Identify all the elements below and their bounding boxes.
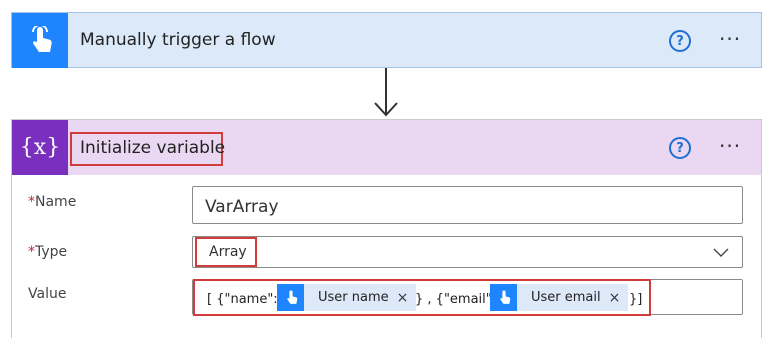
trigger-title: Manually trigger a flow	[80, 30, 276, 50]
initialize-variable-card: {x} Initialize variable ? ··· *Name VarA…	[11, 119, 762, 338]
variable-icon: {x}	[12, 120, 68, 175]
token-label: User email	[531, 290, 601, 305]
token-label: User name	[318, 290, 389, 305]
touch-icon	[277, 284, 304, 311]
expression-text-middle: } , {"email":	[415, 292, 497, 307]
chevron-down-icon[interactable]	[712, 243, 730, 261]
flow-canvas: Manually trigger a flow ? ··· {x} Initia…	[0, 0, 782, 338]
type-label-text: Type	[35, 244, 68, 260]
help-icon[interactable]: ?	[669, 137, 691, 159]
variable-card-title: Initialize variable	[80, 138, 226, 158]
connector-arrow-icon	[374, 68, 398, 117]
value-label: Value	[28, 286, 67, 302]
required-mark: *	[28, 244, 35, 260]
name-label: *Name	[28, 194, 76, 210]
dynamic-token-user-email[interactable]: User email ×	[490, 284, 629, 311]
type-label: *Type	[28, 244, 67, 260]
required-mark: *	[28, 194, 35, 210]
dynamic-token-user-name[interactable]: User name ×	[277, 284, 417, 311]
variable-card-header[interactable]: {x} Initialize variable ? ···	[12, 120, 761, 175]
value-input[interactable]: [ {"name": User name × } , {"email": Use	[192, 279, 743, 316]
type-select[interactable]: Array	[192, 236, 743, 268]
more-options-icon[interactable]: ···	[719, 134, 741, 158]
close-icon[interactable]: ×	[609, 290, 629, 306]
name-input[interactable]: VarArray	[192, 186, 743, 224]
close-icon[interactable]: ×	[397, 290, 417, 306]
touch-icon	[490, 284, 517, 311]
touch-icon	[12, 13, 68, 68]
expression-text-open: [ {"name":	[207, 292, 278, 307]
name-label-text: Name	[35, 194, 77, 210]
more-options-icon[interactable]: ···	[719, 27, 741, 51]
expression-text-close: }]	[629, 292, 643, 307]
help-icon[interactable]: ?	[669, 30, 691, 52]
type-selected-value: Array	[209, 244, 247, 260]
trigger-card[interactable]: Manually trigger a flow ? ···	[11, 12, 762, 68]
